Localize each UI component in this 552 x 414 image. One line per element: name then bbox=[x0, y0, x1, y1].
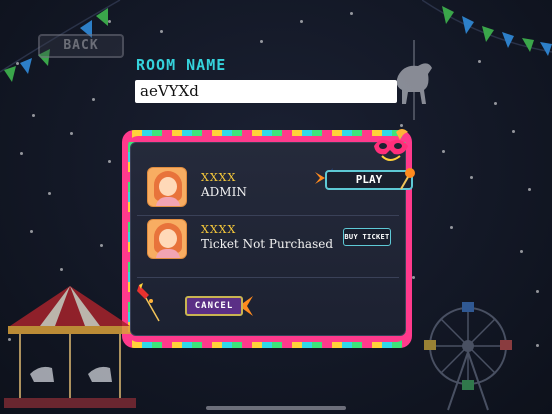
player-row-admin: XXXX ADMIN PLAY bbox=[147, 167, 415, 211]
room-name-label: ROOM NAME bbox=[136, 56, 227, 74]
buy-ticket-button[interactable]: BUY TICKET bbox=[343, 228, 391, 246]
player-name: XXXX bbox=[201, 171, 237, 184]
player-status: ADMIN bbox=[201, 185, 247, 199]
player-avatar bbox=[147, 167, 187, 207]
cancel-button[interactable]: CANCEL bbox=[185, 296, 243, 316]
room-players-dialog: XXXX ADMIN PLAY XXXX Ticket Not Purchase… bbox=[130, 142, 415, 336]
player-name: XXXX bbox=[201, 223, 237, 236]
carnival-mask-icon bbox=[374, 129, 408, 161]
home-indicator[interactable] bbox=[206, 406, 346, 410]
ferris-wheel-decoration bbox=[424, 302, 512, 411]
player-status: Ticket Not Purchased bbox=[201, 237, 334, 251]
back-button[interactable]: BACK bbox=[38, 34, 124, 58]
row-divider bbox=[137, 277, 399, 278]
row-divider bbox=[137, 215, 399, 216]
carousel-decoration bbox=[4, 286, 136, 408]
player-avatar bbox=[147, 219, 187, 259]
room-name-input[interactable]: aeVYXd bbox=[135, 80, 397, 103]
maraca-icon bbox=[400, 168, 415, 190]
firework-rocket-icon bbox=[137, 283, 160, 322]
